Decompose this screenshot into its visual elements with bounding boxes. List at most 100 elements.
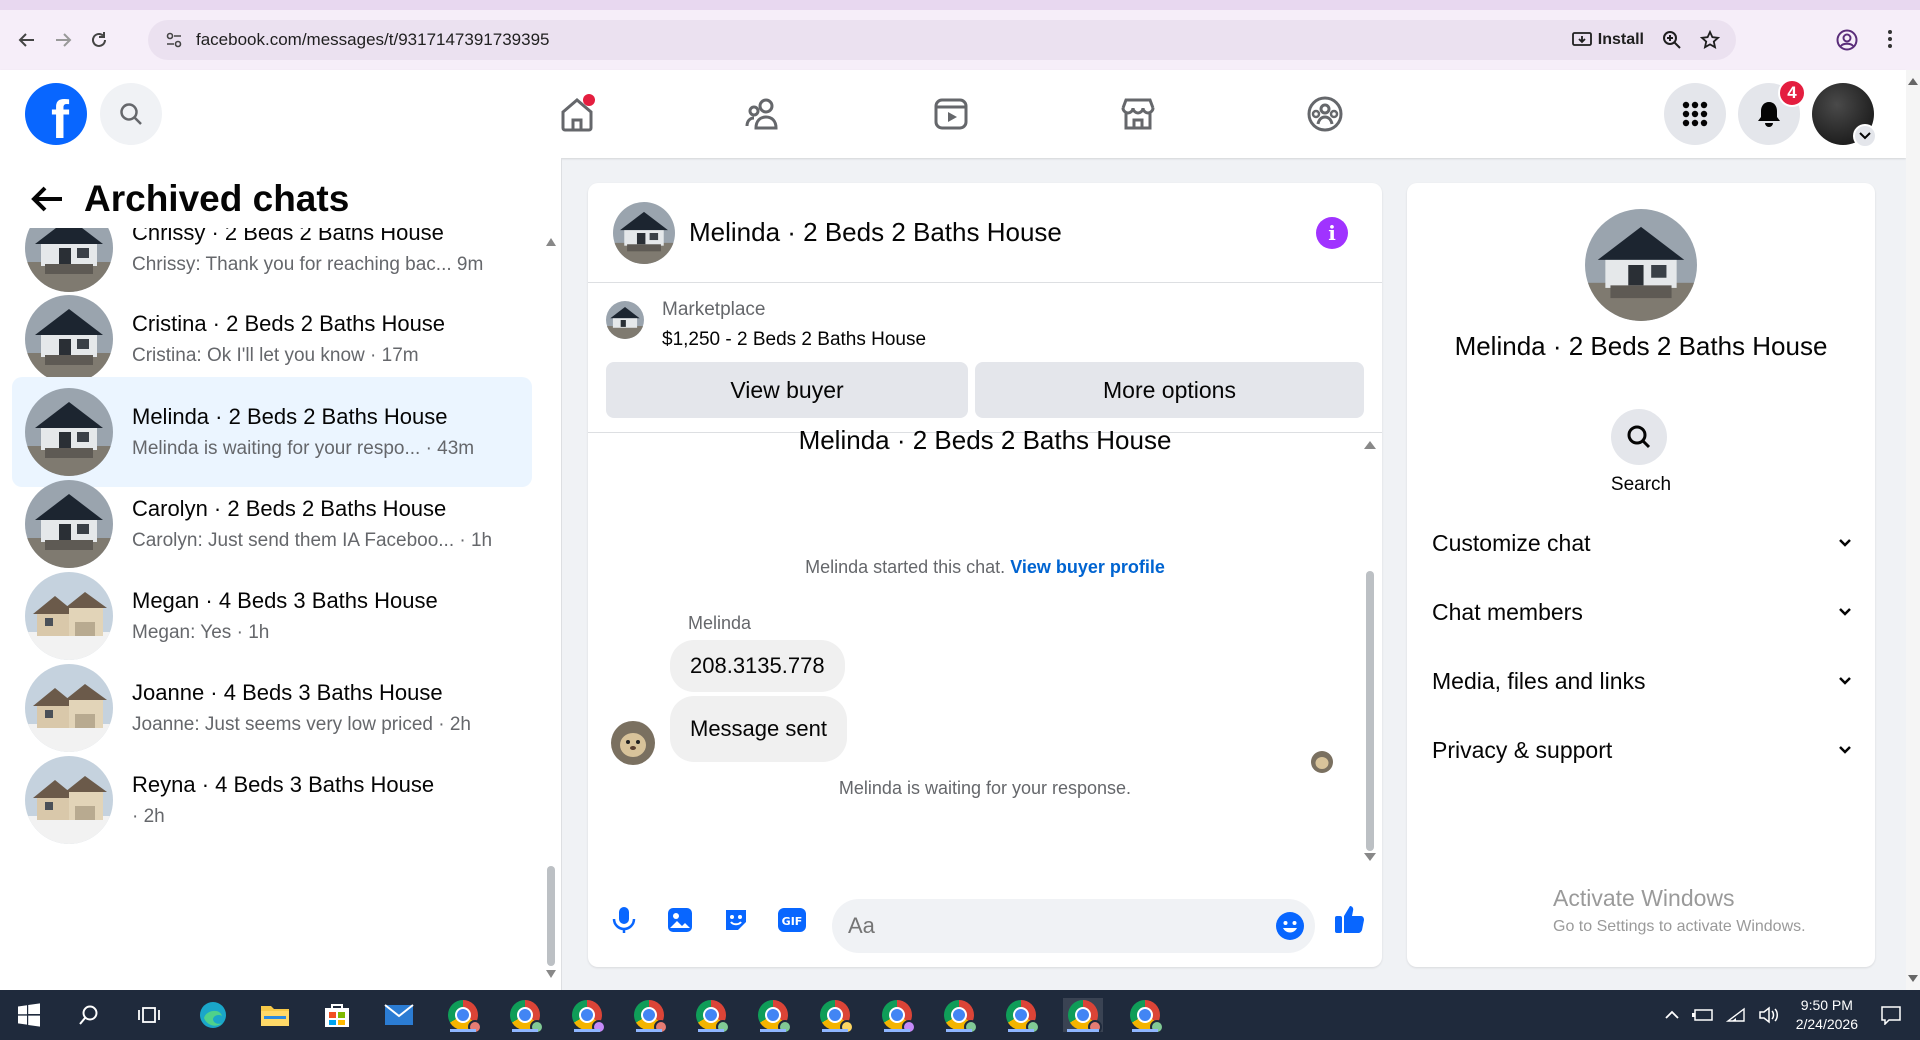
sender-avatar[interactable] <box>611 721 655 765</box>
conversation-title[interactable]: Melinda · 2 Beds 2 Baths House <box>689 217 1062 248</box>
chat-item-reyna[interactable]: Reyna · 4 Beds 3 Baths House · 2h <box>12 745 532 855</box>
menu-grid-button[interactable] <box>1664 83 1726 145</box>
chat-name: Melinda · 2 Beds 2 Baths House <box>132 404 448 429</box>
chrome-window-icon[interactable] <box>694 998 730 1034</box>
emoji-icon[interactable] <box>1275 911 1305 941</box>
marketplace-icon[interactable] <box>1110 86 1166 142</box>
notification-center-icon[interactable] <box>1880 1005 1902 1025</box>
chrome-window-icon[interactable] <box>818 998 854 1034</box>
profile-icon[interactable] <box>1835 28 1859 52</box>
thumbs-up-icon[interactable] <box>1330 899 1370 939</box>
address-bar[interactable]: facebook.com/messages/t/9317147391739395… <box>148 20 1736 60</box>
sticker-icon[interactable] <box>719 903 753 937</box>
site-info-icon[interactable] <box>164 30 184 50</box>
taskbar-search-icon[interactable] <box>72 998 106 1032</box>
media-files-links-section[interactable]: Media, files and links <box>1432 661 1852 701</box>
thread-scrollbar[interactable] <box>1364 441 1376 861</box>
chat-name: Chrissy · 2 Beds 2 Baths House <box>132 228 444 245</box>
battery-icon[interactable] <box>1691 1008 1714 1022</box>
microphone-icon[interactable] <box>607 903 641 937</box>
volume-icon[interactable] <box>1758 1006 1780 1024</box>
chat-members-section[interactable]: Chat members <box>1432 592 1852 632</box>
message-input[interactable] <box>848 913 1248 939</box>
chrome-window-icon[interactable] <box>508 998 544 1034</box>
windows-start-icon[interactable] <box>12 998 46 1032</box>
url-text[interactable]: facebook.com/messages/t/9317147391739395 <box>196 30 549 50</box>
account-chevron-icon[interactable] <box>1853 124 1877 148</box>
chrome-window-icon[interactable] <box>632 998 668 1034</box>
listing-avatar <box>25 664 113 752</box>
mail-icon[interactable] <box>382 998 416 1032</box>
listing-thumbnail[interactable] <box>606 301 644 339</box>
video-icon[interactable] <box>923 86 979 142</box>
conversation-avatar[interactable] <box>613 201 675 264</box>
sidebar-scrollbar[interactable] <box>546 238 556 978</box>
listing-avatar <box>25 480 113 568</box>
archived-chats-sidebar: Archived chats Chrissy · 2 Beds 2 Baths … <box>0 158 562 990</box>
bookmark-star-icon[interactable] <box>1700 30 1720 50</box>
friends-icon[interactable] <box>736 86 792 142</box>
view-buyer-profile-link[interactable]: View buyer profile <box>1010 557 1165 577</box>
message-bubble[interactable]: Message sent <box>670 696 847 762</box>
clock[interactable]: 9:50 PM 2/24/2026 <box>1796 996 1858 1034</box>
wifi-icon[interactable] <box>1725 1007 1746 1023</box>
chat-preview: Megan: Yes · 1h <box>132 622 270 643</box>
info-icon[interactable]: i <box>1316 217 1348 249</box>
browser-menu-icon[interactable] <box>1888 30 1892 48</box>
listing-title[interactable]: $1,250 - 2 Beds 2 Baths House <box>662 329 926 351</box>
install-label: Install <box>1597 31 1644 48</box>
chrome-window-icon[interactable] <box>756 998 792 1034</box>
facebook-search-icon[interactable] <box>100 83 162 145</box>
customize-chat-section[interactable]: Customize chat <box>1432 523 1852 563</box>
reload-icon[interactable] <box>84 25 114 55</box>
clock-date: 2/24/2026 <box>1795 1016 1858 1032</box>
edge-browser-icon[interactable] <box>196 998 230 1032</box>
microsoft-store-icon[interactable] <box>320 998 354 1032</box>
info-avatar[interactable] <box>1585 209 1697 321</box>
listing-avatar <box>25 388 113 476</box>
chat-preview: Melinda is waiting for your respo... · 4… <box>132 438 475 459</box>
bell-icon <box>1758 102 1780 127</box>
chrome-window-icon[interactable] <box>1128 998 1164 1034</box>
install-button[interactable]: Install <box>1571 31 1644 49</box>
grid-icon <box>1682 101 1708 127</box>
show-hidden-icons[interactable] <box>1664 1010 1680 1020</box>
svg-text:GIF: GIF <box>782 915 803 928</box>
chrome-window-icon[interactable] <box>942 998 978 1034</box>
conversation-panel: Melinda · 2 Beds 2 Baths House i Marketp… <box>588 183 1382 967</box>
facebook-logo-icon[interactable]: f <box>25 83 87 145</box>
section-label: Media, files and links <box>1432 667 1646 694</box>
file-explorer-icon[interactable] <box>258 998 292 1032</box>
message-input-wrapper[interactable] <box>832 899 1315 953</box>
search-in-chat-button[interactable] <box>1611 409 1667 465</box>
notifications-button[interactable]: 4 <box>1738 79 1806 145</box>
chrome-window-icon[interactable] <box>1063 998 1103 1034</box>
chrome-window-icon[interactable] <box>570 998 606 1034</box>
home-icon[interactable] <box>549 86 605 142</box>
notification-count-badge: 4 <box>1778 79 1806 107</box>
zoom-icon[interactable] <box>1662 30 1682 50</box>
chrome-window-icon[interactable] <box>446 998 482 1034</box>
sidebar-header: Archived chats <box>30 178 349 220</box>
more-options-button[interactable]: More options <box>975 362 1364 418</box>
back-icon[interactable] <box>12 25 42 55</box>
forward-icon[interactable] <box>48 25 78 55</box>
search-icon <box>1627 425 1651 449</box>
task-view-icon[interactable] <box>132 998 166 1032</box>
chrome-window-icon[interactable] <box>1004 998 1040 1034</box>
chat-preview: Cristina: Ok I'll let you know · 17m <box>132 345 419 366</box>
chrome-window-icon[interactable] <box>880 998 916 1034</box>
page-scrollbar[interactable] <box>1906 70 1920 990</box>
account-avatar[interactable] <box>1812 83 1877 148</box>
photo-icon[interactable] <box>663 903 697 937</box>
back-arrow-icon[interactable] <box>30 185 64 213</box>
privacy-support-section[interactable]: Privacy & support <box>1432 730 1852 770</box>
view-buyer-button[interactable]: View buyer <box>606 362 968 418</box>
waiting-notice: Melinda is waiting for your response. <box>838 778 1132 798</box>
listing-avatar <box>25 295 113 383</box>
tab-strip <box>0 0 1920 10</box>
groups-icon[interactable] <box>1297 86 1353 142</box>
marketplace-listing-card: Marketplace $1,250 - 2 Beds 2 Baths Hous… <box>588 283 1382 433</box>
gif-icon[interactable]: GIF <box>775 903 809 937</box>
message-bubble[interactable]: 208.3135.778 <box>670 640 845 692</box>
